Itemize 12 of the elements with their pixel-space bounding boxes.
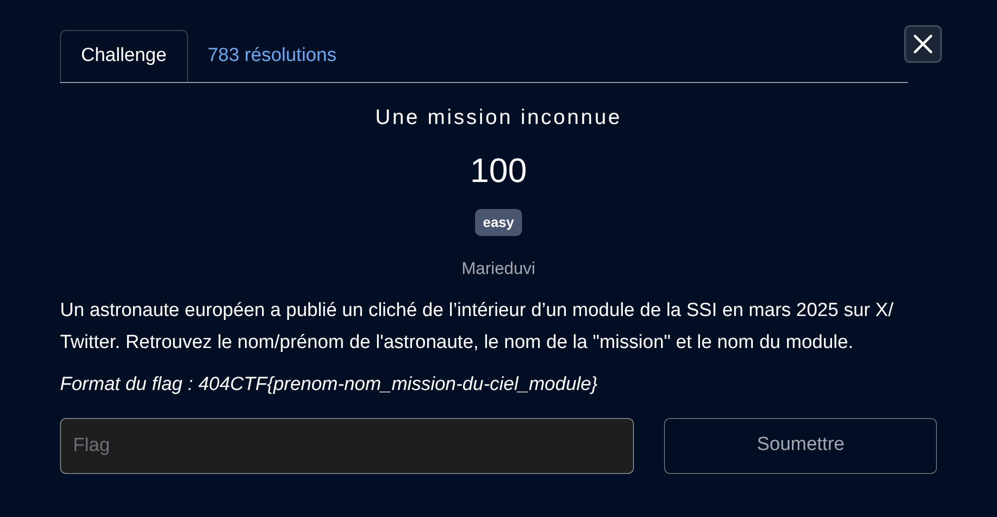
tab[interactable]: Challenge	[60, 30, 188, 82]
author: Marieduvi	[462, 258, 536, 280]
flag-input[interactable]: Flag	[60, 418, 634, 474]
challenge-title: Une mission inconnue	[375, 105, 622, 131]
points: 100	[470, 150, 527, 192]
difficulty-badge: easy	[474, 208, 522, 236]
description: Un astronaute européen a publié un cliché de l’intérieur d’un module de la SSI en mars 2025 sur X/ Twitter. Retrouvez le nom/prénom de l'astronaute, le nom de la "mission" et le nom du module.	[60, 299, 894, 355]
close-icon	[912, 33, 934, 55]
tab[interactable]: 783 résolutions	[188, 30, 356, 82]
submit-button[interactable]: Soumettre	[664, 418, 937, 474]
close-button[interactable]	[904, 25, 942, 63]
flag-format: Format du flag : 404CTF{prenom-nom_mission-du-ciel_module}	[60, 373, 599, 397]
